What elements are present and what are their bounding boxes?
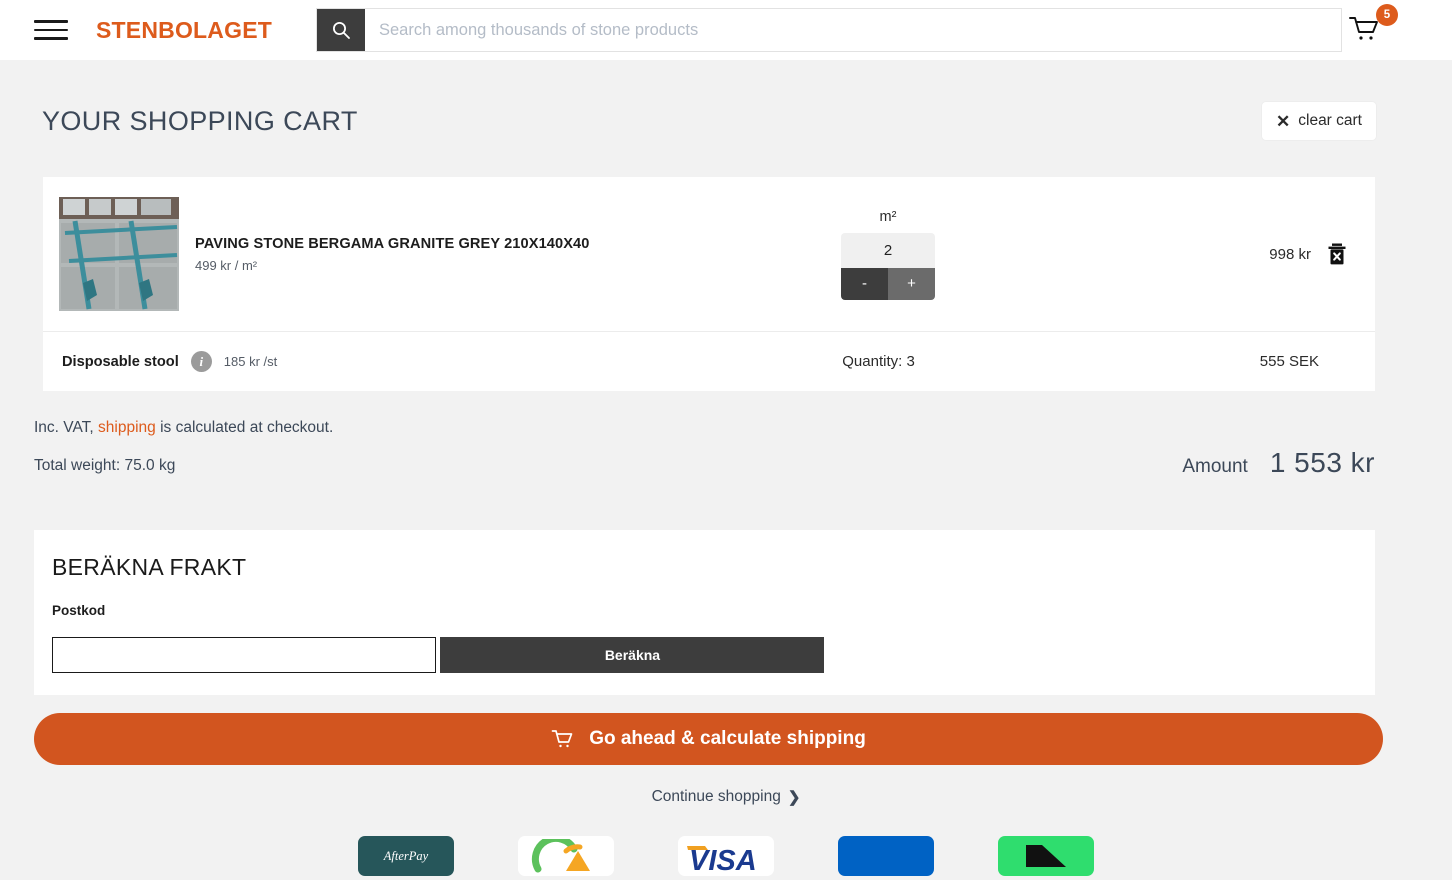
- search-bar: [315, 8, 1342, 52]
- site-header: STENBOLAGET 5: [0, 0, 1452, 60]
- vat-suffix: is calculated at checkout.: [160, 419, 334, 436]
- vat-note: Inc. VAT, shipping is calculated at chec…: [34, 419, 333, 437]
- product-info: PAVING STONE BERGAMA GRANITE GREY 210X14…: [195, 236, 835, 273]
- amount-block: Amount 1 553 kr: [1182, 419, 1375, 479]
- afterpay-label: AfterPay: [383, 848, 429, 863]
- svg-text:VISA: VISA: [689, 845, 757, 872]
- quantity-value[interactable]: 2: [841, 232, 935, 268]
- cart-badge: 5: [1376, 4, 1398, 26]
- continue-shopping-link[interactable]: Continue shopping ❯: [0, 788, 1452, 806]
- afterpay-logo: AfterPay: [358, 836, 454, 876]
- decrement-button[interactable]: -: [841, 267, 888, 300]
- cart-page: YOUR SHOPPING CART ✕ clear cart PAVING S…: [0, 60, 1452, 876]
- close-x-icon: ✕: [1276, 111, 1291, 131]
- swish-logo: [998, 836, 1094, 876]
- shipping-calculator-title: BERÄKNA FRAKT: [52, 554, 247, 580]
- visa-mark: VISA: [687, 845, 757, 872]
- cart-header-row: YOUR SHOPPING CART ✕ clear cart: [0, 60, 1452, 140]
- stepper-box: 2 - +: [841, 232, 935, 300]
- payment-methods: AfterPay VISA: [0, 836, 1452, 876]
- hamburger-icon[interactable]: [34, 16, 68, 44]
- brand-logo[interactable]: STENBOLAGET: [96, 17, 272, 44]
- cart-button[interactable]: 5: [1346, 4, 1398, 50]
- search-icon[interactable]: [316, 9, 365, 51]
- continue-shopping-label: Continue shopping: [651, 788, 781, 805]
- increment-button[interactable]: +: [888, 267, 935, 300]
- quantity-unit-label: m²: [879, 208, 897, 225]
- cart-line-item: PAVING STONE BERGAMA GRANITE GREY 210X14…: [43, 177, 1375, 331]
- cta-label: Go ahead & calculate shipping: [589, 728, 866, 749]
- shipping-calculator-card: BERÄKNA FRAKT Postkod Beräkna: [34, 530, 1375, 695]
- line-total: 998 kr: [1269, 245, 1311, 263]
- cta-inner: Go ahead & calculate shipping: [40, 728, 1377, 750]
- visa-logo: VISA: [678, 836, 774, 876]
- clear-cart-button[interactable]: ✕ clear cart: [1262, 102, 1376, 140]
- summary-notes: Inc. VAT, shipping is calculated at chec…: [34, 419, 333, 495]
- swish-mark: [1026, 845, 1066, 867]
- remove-item-button[interactable]: [1327, 243, 1375, 265]
- shipping-link[interactable]: shipping: [98, 419, 156, 436]
- klarna-swish-logo: [518, 836, 614, 876]
- trash-delete-icon: [1328, 243, 1346, 265]
- granite-paving-stones-photo: [59, 197, 179, 311]
- addon-name: Disposable stool: [62, 353, 179, 370]
- clear-cart-label: clear cart: [1298, 112, 1362, 129]
- cart-outline-icon: [551, 730, 573, 748]
- amount-label: Amount: [1182, 456, 1248, 477]
- stepper-buttons: - +: [841, 267, 935, 300]
- calculate-button[interactable]: Beräkna: [440, 637, 825, 673]
- addon-total: 555 SEK: [1259, 353, 1319, 370]
- postcode-input[interactable]: [52, 637, 436, 673]
- chevron-right-icon: ❯: [787, 789, 801, 806]
- calculate-shipping-cta[interactable]: Go ahead & calculate shipping: [34, 713, 1383, 765]
- product-unit-price: 499 kr / m²: [195, 257, 258, 273]
- addon-quantity: Quantity: 3: [842, 353, 915, 370]
- search-input[interactable]: [364, 9, 1341, 51]
- klarna-swish-mark: [531, 839, 590, 873]
- quantity-stepper: m² 2 - +: [841, 209, 935, 300]
- product-thumbnail[interactable]: [59, 197, 179, 311]
- postcode-label: Postkod: [52, 603, 106, 618]
- vat-prefix: Inc. VAT,: [34, 419, 94, 436]
- product-title[interactable]: PAVING STONE BERGAMA GRANITE GREY 210X14…: [195, 236, 835, 252]
- addon-line-item: Disposable stool i 185 kr /st Quantity: …: [43, 331, 1375, 391]
- page-title: YOUR SHOPPING CART: [42, 105, 358, 136]
- cart-summary: Inc. VAT, shipping is calculated at chec…: [0, 391, 1452, 495]
- amount-value: 1 553 kr: [1269, 447, 1375, 478]
- card-blue-logo: [838, 836, 934, 876]
- addon-unit-price: 185 kr /st: [223, 354, 278, 369]
- cart-items-card: PAVING STONE BERGAMA GRANITE GREY 210X14…: [43, 177, 1375, 391]
- total-weight: Total weight: 75.0 kg: [34, 457, 176, 474]
- info-circle-icon[interactable]: i: [190, 351, 212, 372]
